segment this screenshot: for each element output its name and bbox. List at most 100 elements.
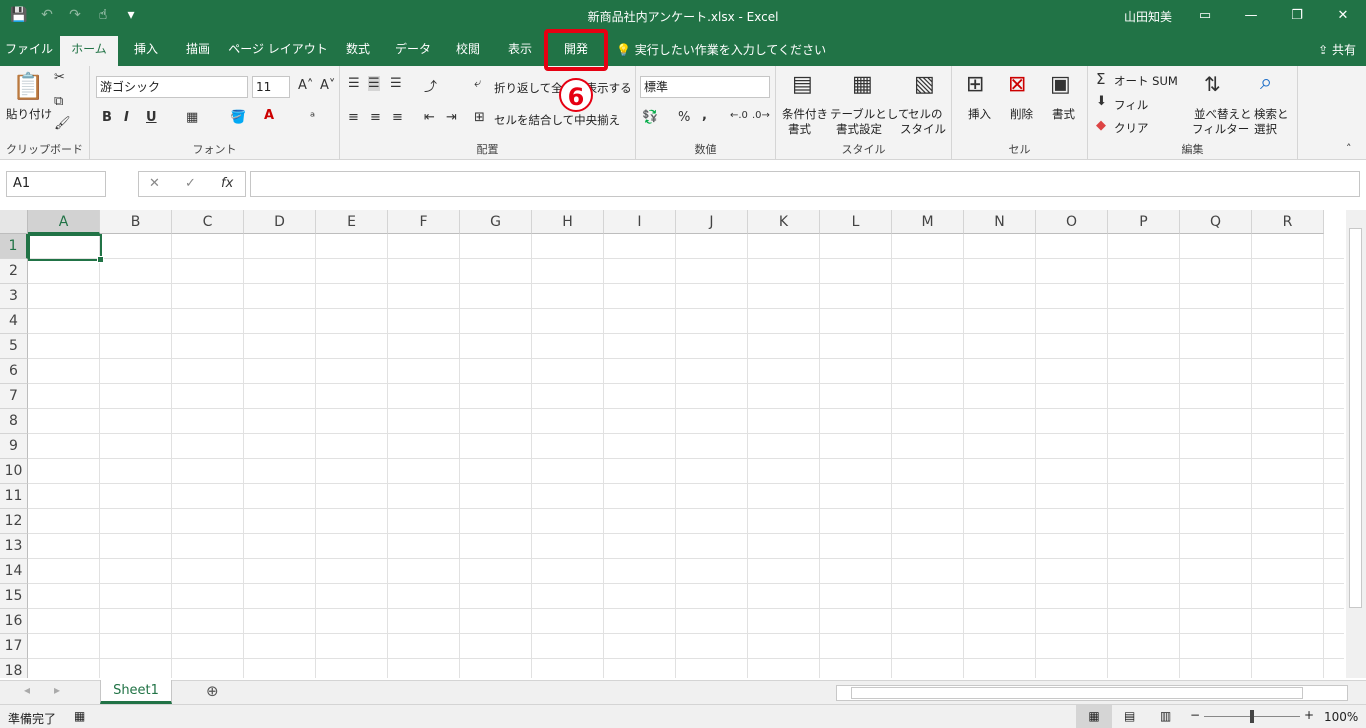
column-header[interactable]: M xyxy=(892,210,964,234)
find-select-icon[interactable]: ⌕ xyxy=(1260,70,1272,95)
minimize-button[interactable]: — xyxy=(1228,0,1274,32)
format-cells-button[interactable]: 書式 xyxy=(1052,106,1075,122)
format-as-table-label-2[interactable]: 書式設定 xyxy=(836,121,882,137)
increase-decimal-icon[interactable]: ←.0 xyxy=(730,110,748,121)
column-header[interactable]: G xyxy=(460,210,532,234)
tab-page-layout[interactable]: ページ レイアウト xyxy=(226,36,330,66)
increase-indent-icon[interactable]: ⇥ xyxy=(446,110,457,125)
sheet-tab-sheet1[interactable]: Sheet1 xyxy=(100,680,172,704)
tab-data[interactable]: データ xyxy=(386,36,440,66)
normal-view-icon[interactable]: ▦ xyxy=(1076,705,1112,728)
orientation-icon[interactable]: ⤴ xyxy=(424,76,437,95)
row-header[interactable]: 17 xyxy=(0,634,28,659)
page-break-view-icon[interactable]: ▥ xyxy=(1160,709,1171,723)
cell-styles-label-1[interactable]: セルの xyxy=(908,106,943,122)
column-header[interactable]: N xyxy=(964,210,1036,234)
delete-cells-button[interactable]: 削除 xyxy=(1010,106,1033,122)
sort-filter-icon[interactable]: ⇅ xyxy=(1204,72,1221,96)
row-header[interactable]: 5 xyxy=(0,334,28,359)
tab-review[interactable]: 校閲 xyxy=(444,36,492,66)
active-cell-a1[interactable] xyxy=(28,234,104,263)
page-layout-view-icon[interactable]: ▤ xyxy=(1124,709,1135,723)
format-cells-icon[interactable]: ▣ xyxy=(1050,72,1071,97)
cell-area[interactable] xyxy=(28,234,1344,678)
column-header[interactable]: F xyxy=(388,210,460,234)
tab-view[interactable]: 表示 xyxy=(496,36,544,66)
ribbon-display-options-button[interactable]: ▭ xyxy=(1182,0,1228,32)
macro-record-icon[interactable]: ▦ xyxy=(74,709,85,723)
format-as-table-icon[interactable]: ▦ xyxy=(852,72,873,97)
tab-insert[interactable]: 挿入 xyxy=(122,36,170,66)
find-select-label-2[interactable]: 選択 xyxy=(1254,121,1277,137)
column-header[interactable]: H xyxy=(532,210,604,234)
user-name[interactable]: 山田知美 xyxy=(1124,8,1172,25)
merge-center-button[interactable]: セルを結合して中央揃え xyxy=(494,112,620,128)
row-header[interactable]: 11 xyxy=(0,484,28,509)
tell-me-search[interactable]: 💡 実行したい作業を入力してください xyxy=(616,41,826,58)
tab-home[interactable]: ホーム xyxy=(60,36,118,66)
cell-styles-icon[interactable]: ▧ xyxy=(914,72,935,97)
increase-font-icon[interactable]: A˄ xyxy=(298,78,313,93)
font-size-dropdown[interactable]: 11 xyxy=(252,76,290,98)
collapse-ribbon-icon[interactable]: ˄ xyxy=(1346,142,1352,155)
phonetic-icon[interactable]: ᵃ xyxy=(310,110,315,125)
enter-icon[interactable]: ✓ xyxy=(185,172,196,196)
row-header[interactable]: 12 xyxy=(0,509,28,534)
number-format-dropdown[interactable]: 標準 xyxy=(640,76,770,98)
horizontal-scrollbar[interactable] xyxy=(836,685,1348,701)
format-as-table-label-1[interactable]: テーブルとして xyxy=(830,106,909,122)
cancel-icon[interactable]: ✕ xyxy=(149,172,160,196)
bold-button[interactable]: B xyxy=(102,110,112,125)
column-header[interactable]: R xyxy=(1252,210,1324,234)
column-header[interactable]: Q xyxy=(1180,210,1252,234)
insert-cells-icon[interactable]: ⊞ xyxy=(966,72,984,97)
row-header[interactable]: 9 xyxy=(0,434,28,459)
row-header[interactable]: 8 xyxy=(0,409,28,434)
formula-input[interactable] xyxy=(250,171,1360,197)
italic-button[interactable]: I xyxy=(124,110,129,125)
select-all-button[interactable] xyxy=(0,210,28,234)
row-header[interactable]: 16 xyxy=(0,609,28,634)
column-header[interactable]: B xyxy=(100,210,172,234)
row-header[interactable]: 14 xyxy=(0,559,28,584)
underline-button[interactable]: U xyxy=(146,110,157,125)
conditional-format-icon[interactable]: ▤ xyxy=(792,72,813,97)
fill-color-icon[interactable]: 🪣 xyxy=(230,110,246,125)
zoom-level[interactable]: 100% xyxy=(1324,710,1358,724)
align-center-icon[interactable]: ≡ xyxy=(370,110,381,125)
align-left-icon[interactable]: ≡ xyxy=(348,110,359,125)
conditional-format-label-2[interactable]: 書式 xyxy=(788,121,811,137)
name-box[interactable]: A1 xyxy=(6,171,106,197)
align-middle-icon[interactable]: ☰ xyxy=(368,76,380,91)
row-header[interactable]: 15 xyxy=(0,584,28,609)
row-header[interactable]: 4 xyxy=(0,309,28,334)
column-header[interactable]: O xyxy=(1036,210,1108,234)
delete-cells-icon[interactable]: ⊠ xyxy=(1008,72,1026,97)
paste-icon[interactable]: 📋 xyxy=(12,72,44,102)
decrease-indent-icon[interactable]: ⇤ xyxy=(424,110,435,125)
horizontal-scroll-thumb[interactable] xyxy=(851,687,1303,699)
insert-cells-button[interactable]: 挿入 xyxy=(968,106,991,122)
font-name-dropdown[interactable]: 游ゴシック xyxy=(96,76,248,98)
cell-styles-label-2[interactable]: スタイル xyxy=(900,121,946,137)
tab-draw[interactable]: 描画 xyxy=(174,36,222,66)
restore-button[interactable]: ❐ xyxy=(1274,0,1320,32)
row-header[interactable]: 3 xyxy=(0,284,28,309)
align-top-icon[interactable]: ☰ xyxy=(348,76,360,91)
clear-button[interactable]: クリア xyxy=(1114,120,1149,136)
conditional-format-label-1[interactable]: 条件付き xyxy=(782,106,828,122)
decrease-decimal-icon[interactable]: .0→ xyxy=(752,110,770,121)
column-header[interactable]: E xyxy=(316,210,388,234)
cut-icon[interactable]: ✂ xyxy=(54,70,65,85)
next-sheet-icon[interactable]: ▸ xyxy=(54,683,60,697)
row-header[interactable]: 1 xyxy=(0,234,28,259)
paste-button[interactable]: 貼り付け xyxy=(6,106,52,122)
column-header[interactable]: J xyxy=(676,210,748,234)
currency-icon[interactable]: 💱 xyxy=(642,110,658,125)
column-header[interactable]: A xyxy=(28,210,100,234)
column-header[interactable]: K xyxy=(748,210,820,234)
format-painter-icon[interactable]: 🖌 xyxy=(54,116,71,131)
percent-button[interactable]: % xyxy=(678,110,690,125)
close-button[interactable]: ✕ xyxy=(1320,0,1366,32)
decrease-font-icon[interactable]: A˅ xyxy=(320,78,335,93)
